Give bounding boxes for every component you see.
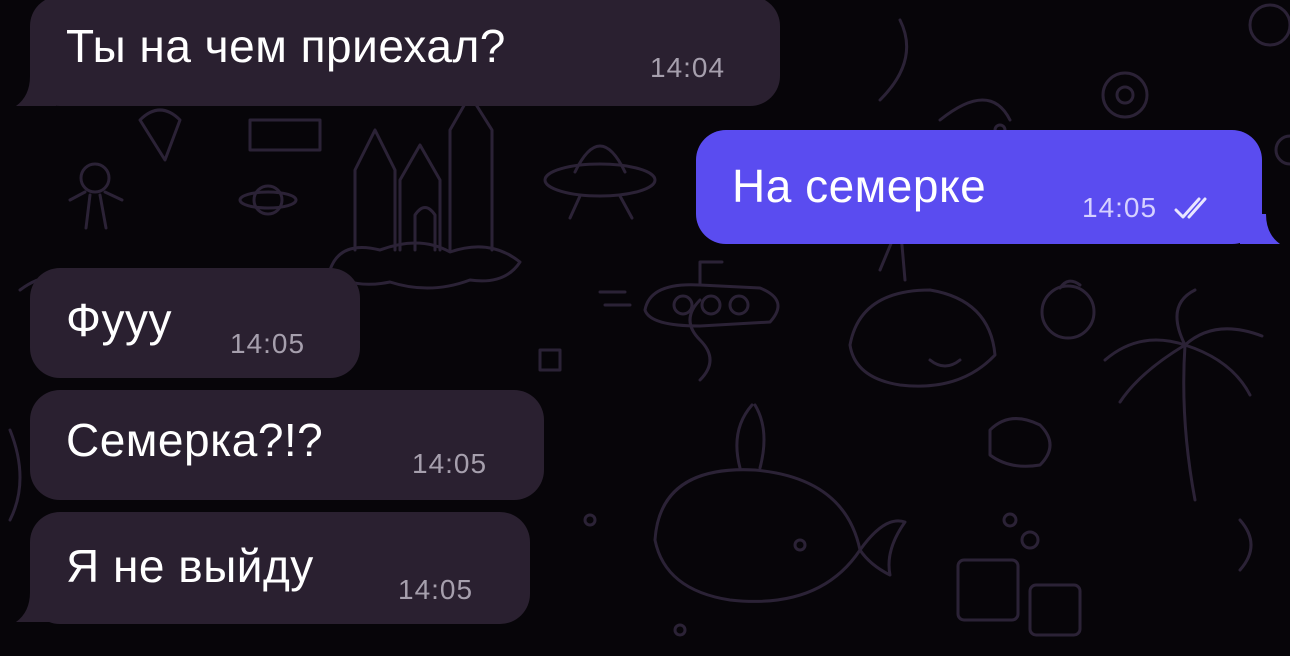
message-text: На семерке bbox=[732, 160, 987, 212]
message-bubble-incoming[interactable]: Ты на чем приехал? 14:04 bbox=[30, 0, 780, 106]
message-time: 14:05 bbox=[412, 448, 488, 479]
message-bubble-incoming[interactable]: Я не выйду 14:05 bbox=[30, 512, 530, 624]
ufo-doodle bbox=[543, 144, 657, 220]
blocks-doodle bbox=[956, 512, 1082, 637]
message-text: Семерка?!? bbox=[66, 414, 324, 466]
double-check-icon bbox=[1174, 197, 1207, 219]
message-time: 14:05 bbox=[1082, 192, 1158, 223]
chat-area[interactable]: Ты на чем приехал? 14:04 На семерке 14:0… bbox=[0, 0, 1290, 656]
peach-doodle bbox=[1040, 279, 1096, 340]
gingerbread-doodle bbox=[68, 162, 124, 230]
message-text: Ты на чем приехал? bbox=[66, 20, 506, 72]
message-bubble-incoming[interactable]: Семерка?!? 14:05 bbox=[30, 390, 544, 500]
whale-doodle bbox=[653, 403, 907, 603]
creature-doodle bbox=[848, 220, 997, 388]
message-time: 14:04 bbox=[650, 52, 726, 83]
message-time: 14:05 bbox=[230, 328, 306, 359]
message-bubble-outgoing[interactable]: На семерке 14:05 bbox=[696, 130, 1262, 244]
message-bubble-incoming[interactable]: Фууу 14:05 bbox=[30, 268, 360, 378]
message-text: Фууу bbox=[66, 294, 172, 346]
message-text: Я не выйду bbox=[66, 540, 314, 592]
palm-tree-doodle bbox=[1103, 288, 1264, 502]
message-time: 14:05 bbox=[398, 574, 474, 605]
planet-doodle bbox=[238, 184, 298, 216]
bubble-tail bbox=[16, 76, 56, 106]
castle-doodle bbox=[328, 93, 522, 290]
bubble-tail bbox=[16, 592, 56, 622]
bubble-tail bbox=[1240, 214, 1280, 244]
